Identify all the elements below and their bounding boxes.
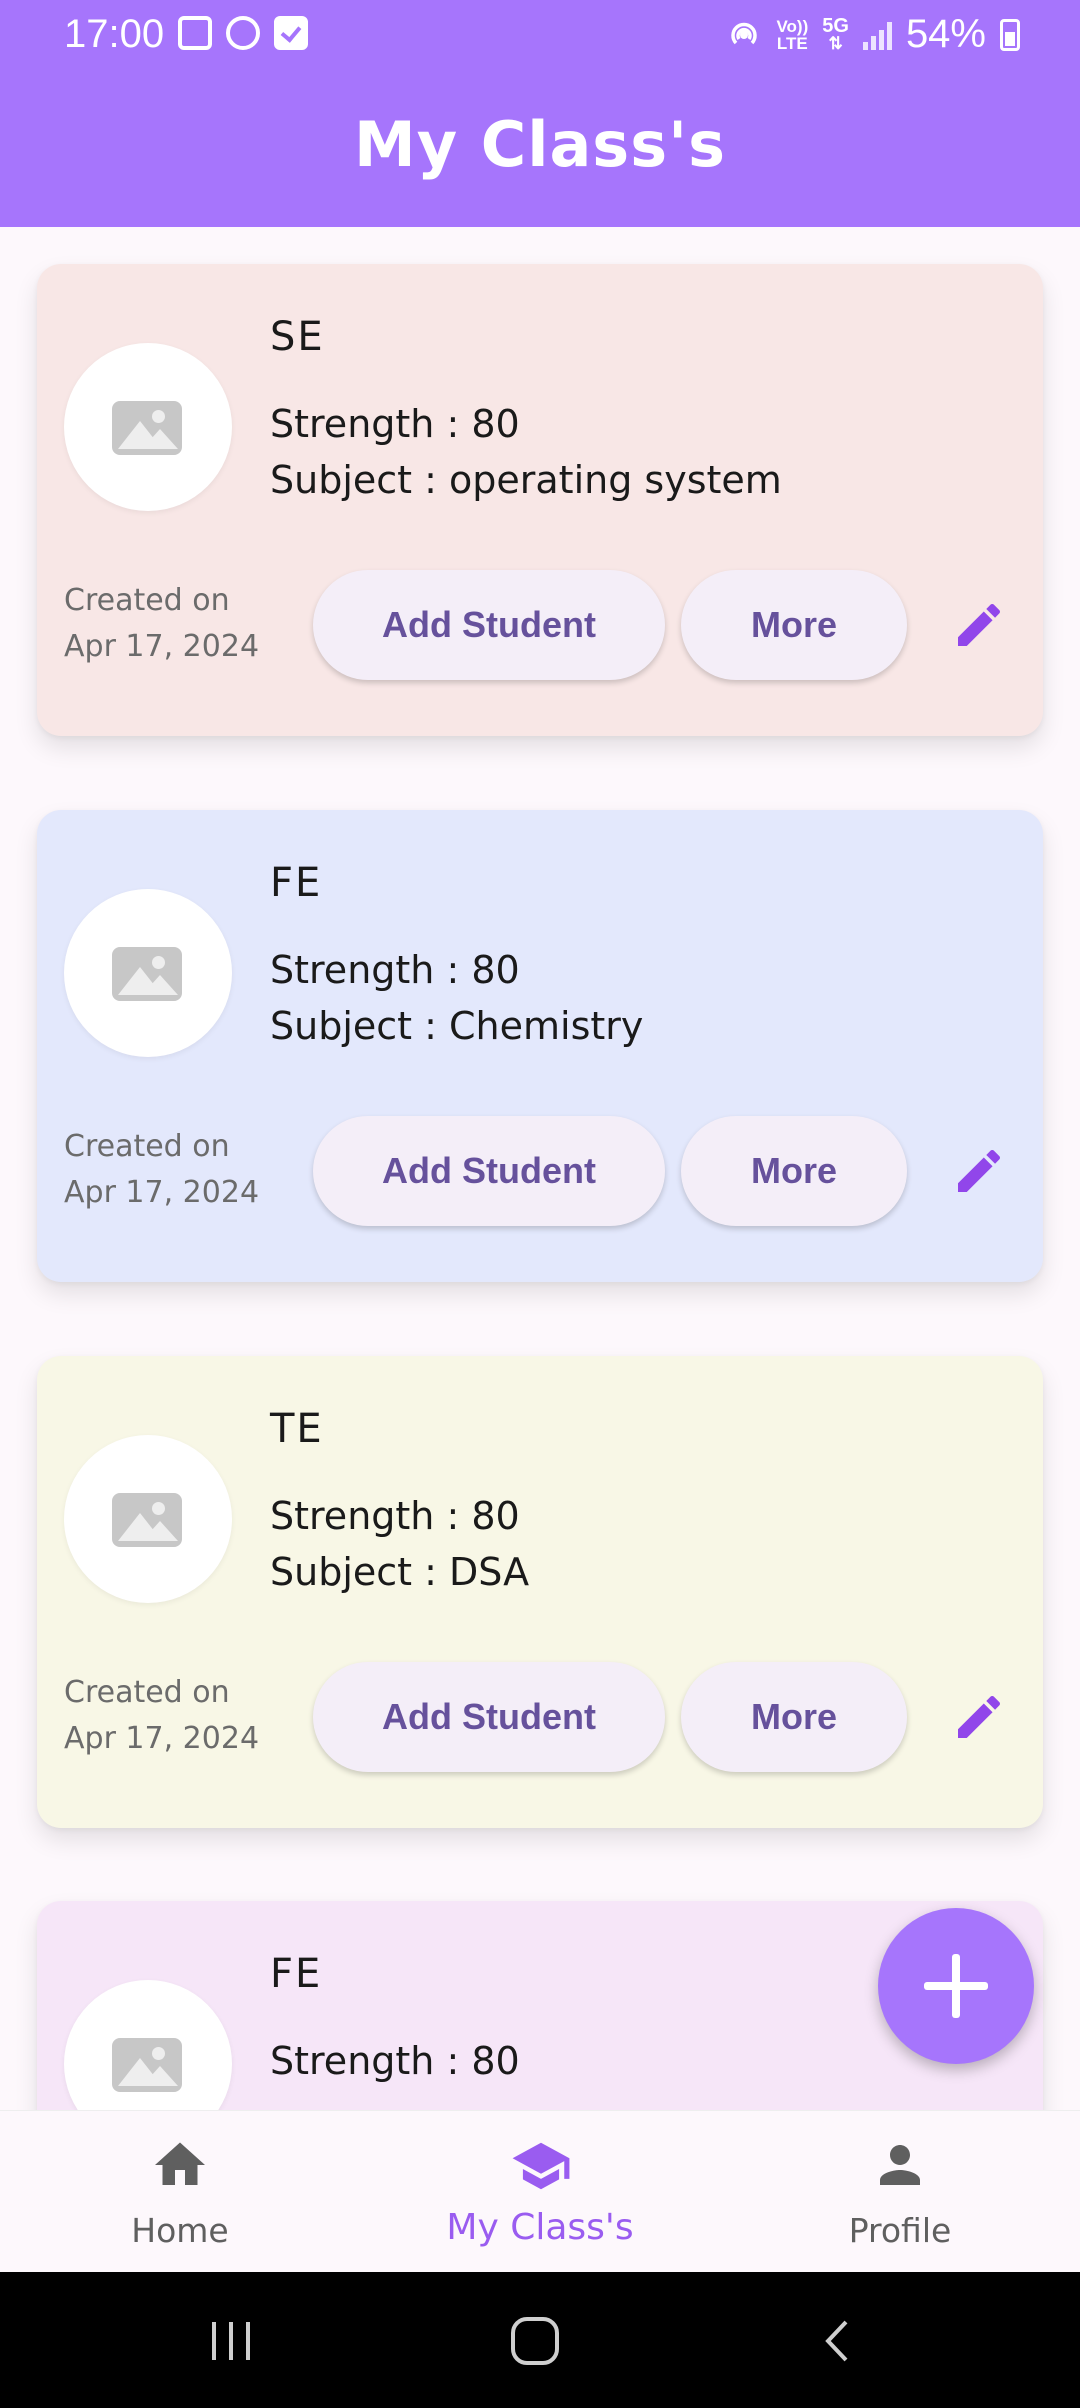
notification-icons (178, 16, 308, 50)
created-date: Apr 17, 2024 (64, 1721, 260, 1756)
5g-icon: 5G ⇅ (822, 14, 849, 53)
nav-my-classes[interactable]: My Class's (360, 2111, 720, 2273)
checkbox-notification-icon (274, 16, 308, 50)
edit-icon[interactable] (951, 1143, 1007, 1199)
status-right: Vo)) LTE 5G ⇅ 54% (726, 12, 1020, 57)
class-subject: Subject : Chemistry (270, 1004, 644, 1048)
status-time: 17:00 (64, 12, 165, 56)
home-button-icon[interactable] (508, 2314, 562, 2368)
created-info: Created on Apr 17, 2024 (64, 1124, 259, 1216)
add-student-button[interactable]: Add Student (313, 1116, 665, 1226)
class-name: SE (270, 314, 325, 360)
plus-icon (924, 1954, 988, 2018)
class-subject: Subject : operating system (270, 458, 782, 502)
gallery-notification-icon (178, 16, 212, 50)
add-class-fab[interactable] (878, 1908, 1034, 2064)
app-bar: 17:00 Vo)) LTE 5G ⇅ 54% My Class's (0, 0, 1080, 227)
class-strength: Strength : 80 (270, 402, 520, 446)
class-name: TE (270, 1406, 324, 1452)
class-strength: Strength : 80 (270, 2039, 520, 2083)
page-title: My Class's (354, 108, 726, 181)
class-card: FE Strength : 80 Subject : Chemistry Cre… (37, 810, 1043, 1282)
battery-icon (1000, 18, 1020, 51)
add-student-button[interactable]: Add Student (313, 1662, 665, 1772)
edit-icon[interactable] (951, 597, 1007, 653)
created-date: Apr 17, 2024 (64, 629, 260, 664)
class-name: FE (270, 1951, 323, 1997)
nav-profile-label: Profile (848, 2211, 952, 2250)
class-avatar (64, 889, 232, 1057)
status-bar: 17:00 Vo)) LTE 5G ⇅ 54% (0, 0, 1080, 70)
image-placeholder-icon (112, 401, 182, 455)
more-button[interactable]: More (681, 570, 907, 680)
app-notification-icon (226, 16, 260, 50)
graduation-cap-icon (512, 2142, 570, 2190)
edit-icon[interactable] (951, 1689, 1007, 1745)
hotspot-icon (731, 22, 758, 44)
bottom-navigation: Home My Class's Profile (0, 2110, 1080, 2272)
image-placeholder-icon (112, 947, 182, 1001)
class-subject: Subject : DSA (270, 1550, 530, 1594)
add-student-button[interactable]: Add Student (313, 570, 665, 680)
image-placeholder-icon (112, 2038, 182, 2092)
created-label: Created on (64, 1129, 230, 1164)
class-avatar (64, 1980, 232, 2110)
signal-icon (862, 20, 892, 50)
person-icon (880, 2145, 920, 2185)
class-card: TE Strength : 80 Subject : DSA Created o… (37, 1356, 1043, 1828)
created-date: Apr 17, 2024 (64, 1175, 260, 1210)
nav-my-classes-label: My Class's (446, 2207, 634, 2248)
created-info: Created on Apr 17, 2024 (64, 1670, 259, 1762)
created-info: Created on Apr 17, 2024 (64, 578, 259, 670)
class-avatar (64, 1435, 232, 1603)
class-avatar (64, 343, 232, 511)
more-button[interactable]: More (681, 1116, 907, 1226)
battery-percent: 54% (905, 12, 986, 56)
nav-home[interactable]: Home (0, 2111, 360, 2273)
more-button[interactable]: More (681, 1662, 907, 1772)
volte-icon: Vo)) LTE (776, 16, 809, 53)
class-list[interactable]: SE Strength : 80 Subject : operating sys… (0, 227, 1080, 2110)
image-placeholder-icon (112, 1493, 182, 1547)
class-name: FE (270, 860, 323, 906)
back-icon[interactable] (818, 2316, 858, 2366)
created-label: Created on (64, 583, 230, 618)
nav-profile[interactable]: Profile (720, 2111, 1080, 2273)
system-navigation-bar (0, 2272, 1080, 2408)
nav-home-label: Home (131, 2211, 229, 2250)
class-strength: Strength : 80 (270, 1494, 520, 1538)
home-icon (155, 2142, 205, 2185)
created-label: Created on (64, 1675, 230, 1710)
class-card: SE Strength : 80 Subject : operating sys… (37, 264, 1043, 736)
recent-apps-icon[interactable] (206, 2316, 256, 2366)
class-strength: Strength : 80 (270, 948, 520, 992)
